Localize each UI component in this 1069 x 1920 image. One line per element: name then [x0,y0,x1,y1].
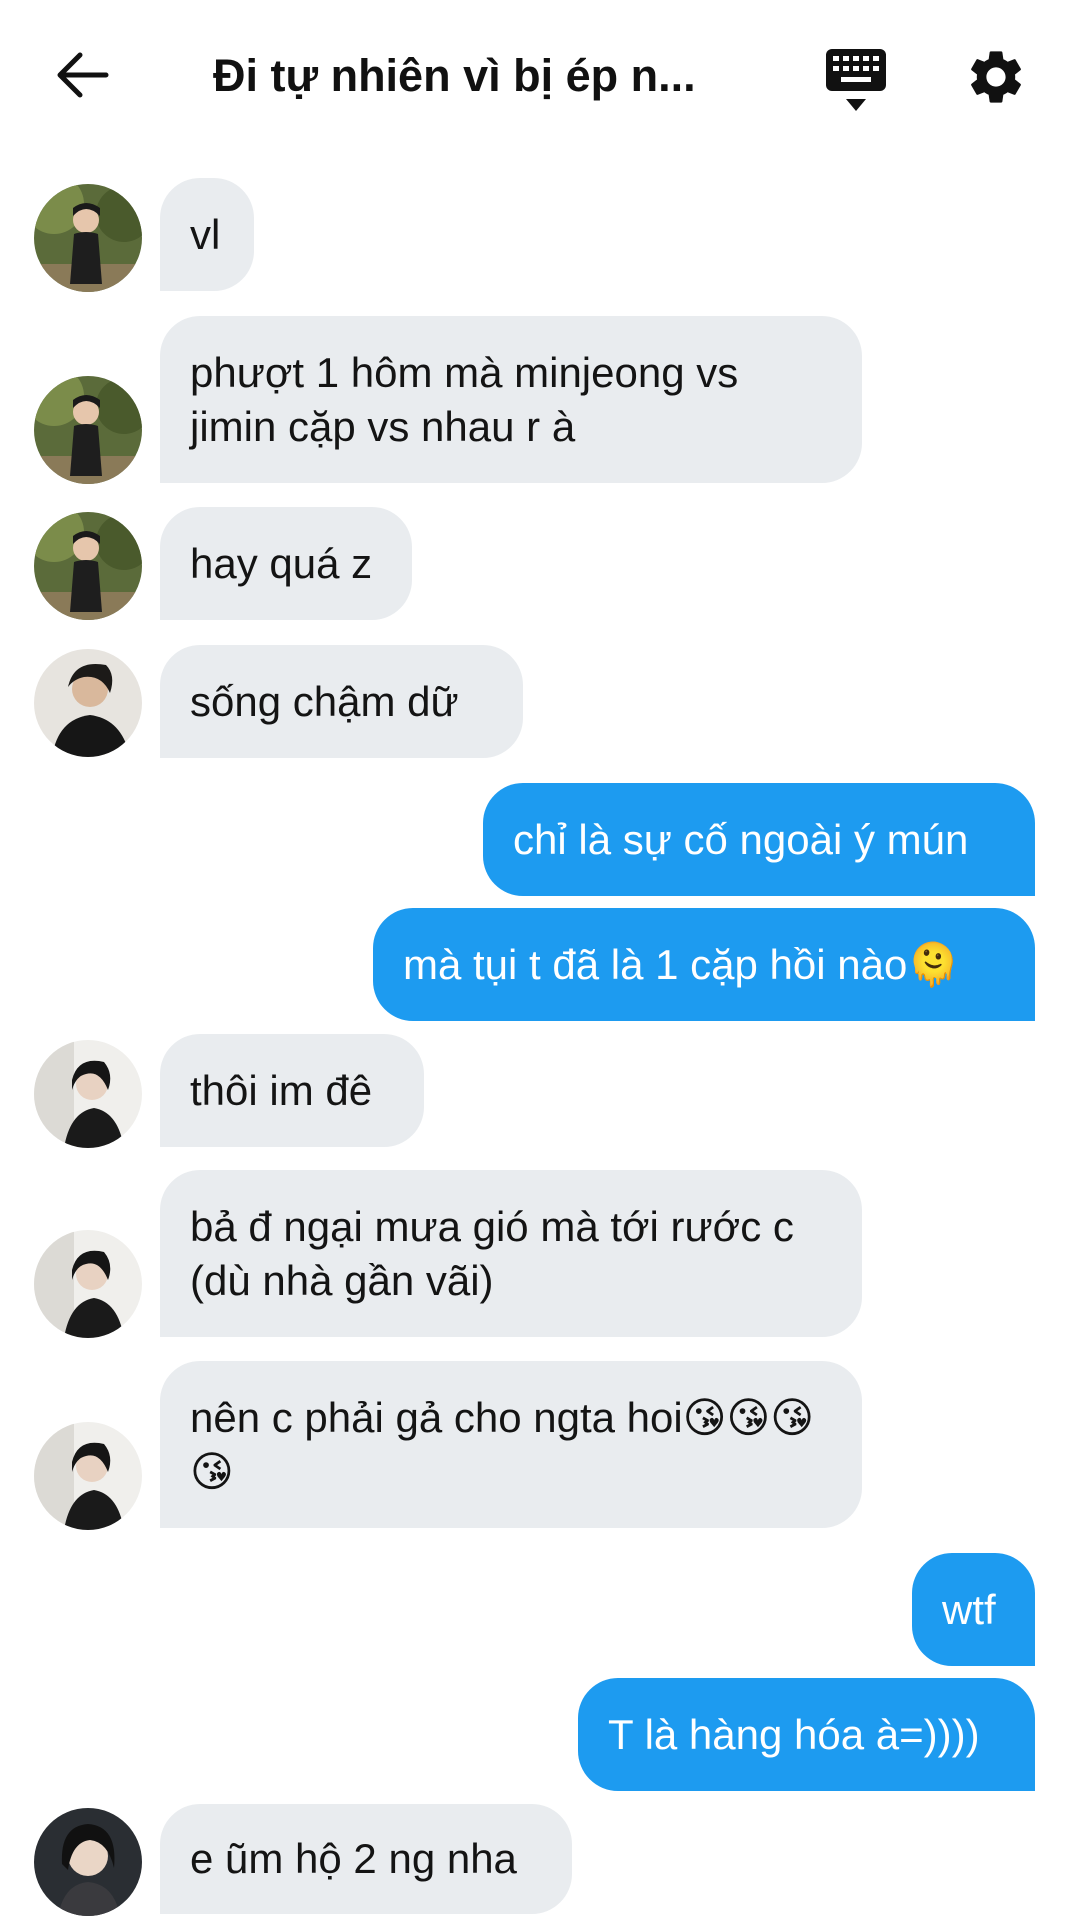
avatar[interactable] [34,1230,142,1338]
message-bubble-incoming[interactable]: vl [160,178,254,291]
avatar[interactable] [34,376,142,484]
gear-icon [971,51,1021,103]
avatar-image [34,1040,142,1148]
keyboard-icon [826,49,886,111]
avatar-image [34,184,142,292]
conversation-title[interactable]: Đi tự nhiên vì bị ép n... [213,46,743,106]
avatar-image [34,376,142,484]
avatar[interactable] [34,512,142,620]
avatar-image [34,649,142,757]
keyboard-button[interactable] [820,45,892,113]
back-arrow-icon [57,52,109,98]
chat-header: Đi tự nhiên vì bị ép n... [0,0,1069,150]
message-bubble-outgoing[interactable]: T là hàng hóa à=)))) [578,1678,1035,1791]
message-bubble-outgoing[interactable]: mà tụi t đã là 1 cặp hồi nào🫠 [373,908,1035,1021]
avatar-image [34,1808,142,1916]
back-button[interactable] [52,45,112,105]
message-bubble-incoming[interactable]: bả đ ngại mưa gió mà tới rước c (dù nhà … [160,1170,862,1337]
message-bubble-incoming[interactable]: thôi im đê [160,1034,424,1147]
message-bubble-incoming[interactable]: phượt 1 hôm mà minjeong vs jimin cặp vs … [160,316,862,483]
avatar-image [34,1422,142,1530]
message-bubble-incoming[interactable]: hay quá z [160,507,412,620]
settings-button[interactable] [964,45,1028,109]
message-bubble-incoming[interactable]: sống chậm dữ [160,645,523,758]
avatar-image [34,1230,142,1338]
avatar[interactable] [34,1808,142,1916]
message-bubble-outgoing[interactable]: wtf [912,1553,1035,1666]
avatar-image [34,512,142,620]
message-bubble-incoming[interactable]: nên c phải gả cho ngta hoi😘😘😘😘 [160,1361,862,1528]
avatar[interactable] [34,1040,142,1148]
avatar[interactable] [34,1422,142,1530]
message-bubble-incoming[interactable]: e ũm hộ 2 ng nha [160,1804,572,1914]
avatar[interactable] [34,649,142,757]
message-bubble-outgoing[interactable]: chỉ là sự cố ngoài ý mún [483,783,1035,896]
chat-screen: Đi tự nhiên vì bị ép n... vl phượt 1 hôm… [0,0,1069,1920]
avatar[interactable] [34,184,142,292]
